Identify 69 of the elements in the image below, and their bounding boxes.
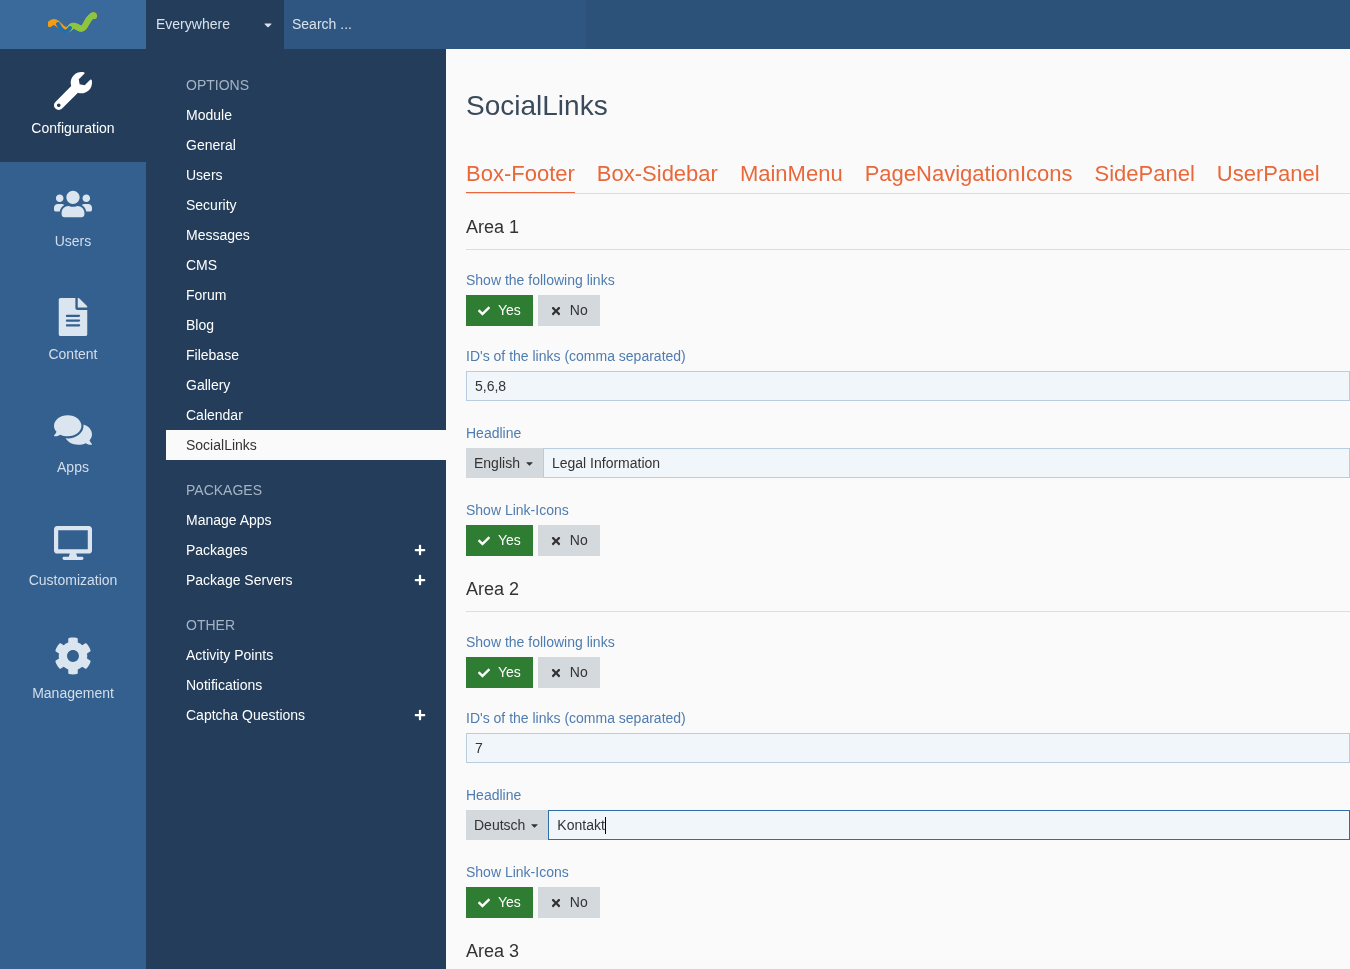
toggle-option[interactable]: Yes — [466, 887, 533, 918]
menu-item[interactable]: Forum — [166, 280, 446, 310]
sidebar-item[interactable]: Apps — [0, 388, 146, 501]
check-icon — [478, 666, 490, 679]
field-label: Headline — [466, 786, 522, 805]
menu-item[interactable]: Messages — [166, 220, 446, 250]
language-dropdown[interactable]: English — [466, 448, 543, 478]
check-icon — [478, 534, 490, 547]
scope-dropdown[interactable]: Everywhere — [146, 0, 284, 49]
menu-heading: PACKAGES — [185, 480, 262, 500]
toggle-option[interactable]: No — [537, 295, 600, 326]
menu-item[interactable]: Security — [166, 190, 446, 220]
field-label: Show the following links — [466, 633, 615, 652]
language-dropdown[interactable]: Deutsch — [466, 810, 549, 840]
toggle-option[interactable]: No — [537, 525, 600, 556]
plus-icon — [414, 709, 426, 721]
toggle-option[interactable]: Yes — [466, 295, 533, 326]
sidebar-item[interactable]: Management — [0, 614, 146, 727]
sidebar-item[interactable]: Configuration — [0, 49, 146, 162]
menu-item[interactable]: Packages — [166, 535, 446, 565]
input-field[interactable]: Kontakt — [548, 810, 1350, 840]
close-icon — [549, 304, 562, 317]
menu-item[interactable]: Gallery — [166, 370, 446, 400]
menu-item[interactable]: CMS — [166, 250, 446, 280]
toggle-option[interactable]: Yes — [466, 657, 533, 688]
menu-item[interactable]: SocialLinks — [166, 430, 446, 460]
menu-item[interactable]: Users — [166, 160, 446, 190]
sidebar-item[interactable]: Content — [0, 275, 146, 388]
field-label: ID's of the links (comma separated) — [466, 709, 686, 728]
menu-item[interactable]: Calendar — [166, 400, 446, 430]
toggle-option[interactable]: Yes — [466, 525, 533, 556]
input-field[interactable]: 7 — [466, 733, 1350, 763]
menu-heading: OTHER — [185, 615, 235, 635]
close-icon — [549, 896, 562, 909]
sidebar-item[interactable]: Customization — [0, 501, 146, 614]
section-heading: Area 1 — [466, 216, 520, 239]
field-label: Show Link-Icons — [466, 863, 569, 882]
field-label: Show Link-Icons — [466, 501, 569, 520]
menu-item[interactable]: Manage Apps — [166, 505, 446, 535]
menu-item[interactable]: Module — [166, 100, 446, 130]
menu-item[interactable]: Activity Points — [166, 640, 446, 670]
menu-item[interactable]: General — [166, 130, 446, 160]
plus-icon — [414, 574, 426, 586]
menu-item[interactable]: Notifications — [166, 670, 446, 700]
page-title: SocialLinks — [466, 89, 608, 123]
section-heading: Area 3 — [466, 940, 520, 963]
input-field[interactable]: Legal Information — [542, 448, 1350, 478]
menu-heading: OPTIONS — [185, 75, 249, 95]
sidebar-item[interactable]: Users — [0, 162, 146, 275]
close-icon — [549, 534, 562, 547]
menu-item[interactable]: Captcha Questions — [166, 700, 446, 730]
plus-icon — [414, 544, 426, 556]
field-label: ID's of the links (comma separated) — [466, 347, 686, 366]
input-field[interactable]: 5,6,8 — [466, 371, 1350, 401]
check-icon — [478, 304, 490, 317]
section-heading: Area 2 — [466, 578, 520, 601]
toggle-option[interactable]: No — [537, 657, 600, 688]
search-field[interactable]: Search ... — [284, 0, 586, 49]
check-icon — [478, 896, 490, 909]
menu-item[interactable]: Package Servers — [166, 565, 446, 595]
field-label: Show the following links — [466, 271, 615, 290]
menu-item[interactable]: Blog — [166, 310, 446, 340]
close-icon — [549, 666, 562, 679]
wrench-icon — [54, 72, 92, 110]
settings-icon — [54, 637, 92, 675]
monitor-icon — [54, 524, 92, 562]
toggle-option[interactable]: No — [537, 887, 600, 918]
menu-item[interactable]: Filebase — [166, 340, 446, 370]
field-label: Headline — [466, 424, 522, 443]
